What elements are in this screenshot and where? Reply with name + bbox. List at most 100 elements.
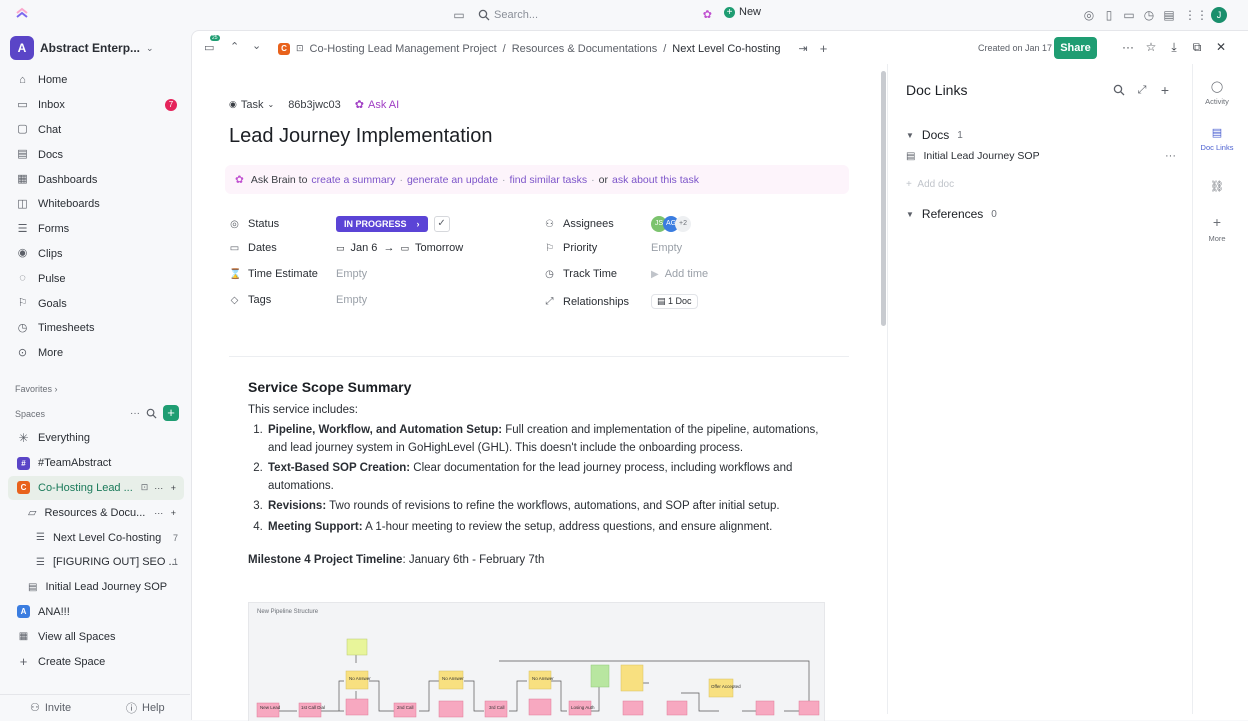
ask-ai-button[interactable]: ✿ Ask AI (355, 98, 399, 112)
space-ana[interactable]: A ANA!!! (0, 600, 190, 625)
field-time-estimate: ⌛ Time Estimate Empty (229, 268, 368, 280)
chevron-right-icon: › (54, 384, 58, 394)
invite-button[interactable]: ⚇ Invite (30, 701, 71, 715)
close-icon[interactable]: ✕ (1214, 40, 1228, 54)
notepad-icon[interactable]: ▤ (1162, 8, 1176, 22)
generate-update-link[interactable]: generate an update (407, 174, 498, 186)
nav-item-timesheets[interactable]: ◷ Timesheets (0, 316, 190, 341)
search-icon[interactable] (146, 408, 157, 419)
download-icon[interactable]: ⤓ (1167, 40, 1181, 54)
link-icon: ⛓ (1210, 181, 1224, 193)
nav-item-forms[interactable]: ☰ Forms (0, 217, 190, 242)
rail-doc-links[interactable]: ▤ Doc Links (1193, 126, 1241, 152)
time-estimate-value[interactable]: Empty (336, 268, 367, 280)
alarm-icon[interactable]: ◷ (1142, 8, 1156, 22)
clickup-logo-icon[interactable] (14, 7, 30, 23)
plus-icon[interactable]: + (1159, 83, 1171, 97)
search-input[interactable]: Search... (494, 9, 538, 21)
breadcrumb-current[interactable]: Next Level Co-hosting (672, 43, 780, 55)
folder-actions[interactable]: ··· + (154, 508, 176, 518)
view-all-spaces[interactable]: ▦ View all Spaces (0, 624, 190, 649)
docs-group-header[interactable]: ▼ Docs 1 (906, 128, 963, 142)
complete-check-button[interactable]: ✓ (433, 216, 450, 232)
favorites-section[interactable]: Favorites › (15, 384, 58, 394)
field-relationships: ⤢ Relationships ▤ 1 Doc (544, 294, 698, 309)
priority-value[interactable]: Empty (651, 242, 682, 254)
space-teamabstract[interactable]: # #TeamAbstract (0, 451, 190, 476)
nav-item-pulse[interactable]: ◌ Pulse (0, 266, 190, 291)
find-similar-link[interactable]: find similar tasks (510, 174, 588, 186)
plus-icon[interactable]: + (820, 41, 828, 56)
rail-activity[interactable]: ◯ Activity (1193, 80, 1241, 106)
trash-icon[interactable]: ▯ (1102, 8, 1116, 22)
task-type-selector[interactable]: ◉ Task ⌄ (229, 99, 274, 111)
space-everything[interactable]: ✳ Everything (0, 426, 190, 451)
status-pill[interactable]: IN PROGRESS › (336, 216, 428, 232)
task-id[interactable]: 86b3jwc03 (288, 99, 341, 111)
list-next-level[interactable]: ☰ Next Level Co-hosting 7 (0, 525, 190, 550)
more-dots-icon[interactable]: ··· (1165, 150, 1176, 162)
breadcrumb-project[interactable]: Co-Hosting Lead Management Project (310, 43, 497, 55)
ai-brain-icon[interactable]: ✿ (703, 8, 712, 21)
add-doc-button[interactable]: + Add doc (906, 179, 954, 190)
sidebar-toggle-icon[interactable]: ▭ 25 (204, 35, 220, 54)
assignees-value[interactable]: JS AG +2 (651, 216, 691, 232)
user-avatar[interactable]: J (1211, 7, 1227, 23)
track-time-value[interactable]: ▶ Add time (651, 268, 708, 280)
relationship-doc-chip[interactable]: ▤ 1 Doc (651, 294, 698, 309)
task-description[interactable]: Service Scope Summary This service inclu… (248, 379, 828, 570)
share-button[interactable]: Share (1054, 37, 1097, 59)
list-figuring-out[interactable]: ☰ [FIGURING OUT] SEO ... 1 (0, 550, 190, 575)
star-icon[interactable]: ☆ (1144, 40, 1158, 54)
create-space[interactable]: + Create Space (0, 649, 190, 674)
nav-item-chat[interactable]: ▢ Chat (0, 118, 190, 143)
calendar-icon: ▭ (229, 242, 240, 254)
search-icon[interactable] (1113, 84, 1125, 96)
space-cohosting[interactable]: C Co-Hosting Lead ... ⊡ ··· + (8, 475, 184, 501)
doc-scrollbar[interactable] (881, 71, 886, 326)
expand-icon[interactable]: ⧉ (1190, 40, 1204, 54)
relationship-icon: ⤢ (545, 296, 554, 307)
create-summary-link[interactable]: create a summary (311, 174, 395, 186)
doc-icon: ▤ (906, 150, 916, 162)
add-space-button[interactable]: + (163, 405, 179, 421)
video-icon[interactable]: ▭ (1122, 8, 1136, 22)
folder-resources[interactable]: ▱ Resources & Docu... ··· + (0, 500, 190, 525)
nav-item-goals[interactable]: ⚐ Goals (0, 291, 190, 316)
rail-more[interactable]: + More (1193, 214, 1241, 243)
search-bar[interactable]: Search... ✿ (472, 4, 718, 26)
chevron-up-icon[interactable]: ⌃ (230, 40, 239, 53)
calendar-icon[interactable]: ▭ (452, 8, 466, 22)
nav-item-more[interactable]: ⊙ More (0, 341, 190, 366)
tags-value[interactable]: Empty (336, 294, 367, 306)
nav-item-docs[interactable]: ▤ Docs (0, 142, 190, 167)
nav-item-whiteboards[interactable]: ◫ Whiteboards (0, 192, 190, 217)
space-actions[interactable]: ··· + (154, 483, 176, 493)
dates-value[interactable]: ▭ Jan 6 → ▭ Tomorrow (336, 242, 463, 254)
ask-about-task-link[interactable]: ask about this task (612, 174, 699, 186)
doc-initial-sop[interactable]: ▤ Initial Lead Journey SOP (0, 575, 190, 600)
references-group-header[interactable]: ▼ References 0 (906, 207, 997, 221)
more-dots-icon[interactable]: ··· (1121, 40, 1135, 54)
check-circle-icon[interactable]: ◎ (1082, 8, 1096, 22)
hourglass-icon: ⌛ (229, 268, 242, 280)
new-button[interactable]: + New (724, 6, 761, 18)
pipeline-diagram-image[interactable]: New Pipeline Structure New Lead 1st Call… (248, 602, 825, 721)
rail-links[interactable]: ⛓ (1193, 180, 1241, 197)
doc-icon: ▤ (1211, 127, 1223, 139)
breadcrumb-folder[interactable]: Resources & Documentations (512, 43, 658, 55)
nav-item-dashboards[interactable]: ▦ Dashboards (0, 167, 190, 192)
nav-item-home[interactable]: ⌂ Home (0, 68, 190, 93)
apps-grid-icon[interactable]: ⋮⋮ (1184, 8, 1208, 22)
task-title[interactable]: Lead Journey Implementation (229, 125, 493, 148)
svg-text:Losing Auth: Losing Auth (571, 705, 595, 710)
expand-arrows-icon[interactable]: ⤢ (1136, 84, 1148, 96)
chevron-down-icon[interactable]: ⌄ (252, 39, 261, 52)
more-dots-icon[interactable]: ··· (130, 408, 140, 419)
nav-item-inbox[interactable]: ▭ Inbox 7 (0, 93, 190, 118)
help-button[interactable]: ⓘ Help (126, 700, 165, 716)
workspace-switcher[interactable]: A Abstract Enterp... ⌄ (10, 36, 154, 60)
move-icon[interactable]: ⇥ (799, 42, 808, 55)
nav-item-clips[interactable]: ◉ Clips (0, 242, 190, 267)
doc-link-item[interactable]: ▤ Initial Lead Journey SOP ··· (906, 150, 1176, 162)
